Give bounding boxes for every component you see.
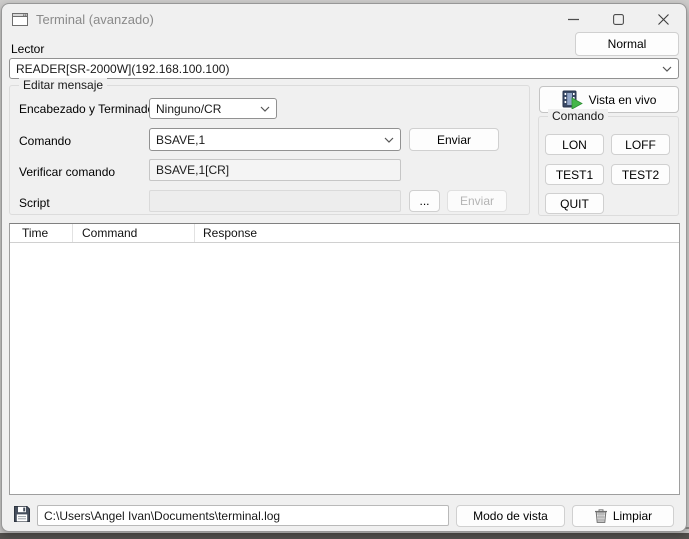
close-icon	[658, 14, 669, 25]
enviar-button[interactable]: Enviar	[409, 128, 499, 151]
log-table-header: Time Command Response	[10, 224, 679, 243]
loff-button[interactable]: LOFF	[611, 134, 670, 155]
enviar-button-label: Enviar	[437, 133, 471, 147]
trash-icon	[594, 509, 608, 523]
quit-button[interactable]: QUIT	[545, 193, 604, 214]
log-table: Time Command Response	[9, 223, 680, 495]
save-log-button[interactable]	[12, 504, 32, 524]
lon-button-label: LON	[562, 138, 587, 152]
encabezado-label: Encabezado y Terminador	[19, 102, 158, 116]
verificar-field: BSAVE,1[CR]	[149, 159, 401, 181]
browse-button-label: ...	[419, 194, 429, 208]
test2-button[interactable]: TEST2	[611, 164, 670, 185]
test1-button-label: TEST1	[556, 168, 593, 182]
caption-buttons	[551, 4, 686, 34]
script-label: Script	[19, 196, 50, 210]
chevron-down-icon	[260, 106, 270, 112]
window-title: Terminal (avanzado)	[36, 12, 154, 27]
modo-de-vista-button[interactable]: Modo de vista	[456, 505, 565, 527]
comando-combobox[interactable]: BSAVE,1	[149, 128, 401, 151]
column-header-response[interactable]: Response	[195, 224, 679, 242]
lon-button[interactable]: LON	[545, 134, 604, 155]
script-input[interactable]	[149, 190, 401, 212]
editar-mensaje-title: Editar mensaje	[19, 78, 107, 92]
chevron-down-icon	[384, 137, 394, 143]
limpiar-button[interactable]: Limpiar	[572, 505, 674, 527]
close-button[interactable]	[641, 4, 686, 34]
limpiar-label: Limpiar	[613, 509, 652, 523]
comando-group-title: Comando	[548, 109, 608, 123]
script-enviar-label: Enviar	[460, 194, 494, 208]
vista-en-vivo-label: Vista en vivo	[589, 93, 657, 107]
log-table-body[interactable]	[10, 243, 679, 494]
lector-select[interactable]: READER[SR-2000W](192.168.100.100)	[9, 58, 679, 79]
loff-button-label: LOFF	[625, 138, 656, 152]
log-path-value: C:\Users\Angel Ivan\Documents\terminal.l…	[44, 509, 280, 523]
window-icon	[12, 11, 28, 27]
test2-button-label: TEST2	[622, 168, 659, 182]
log-path-field[interactable]: C:\Users\Angel Ivan\Documents\terminal.l…	[37, 505, 449, 526]
title-bar[interactable]: Terminal (avanzado)	[2, 4, 686, 34]
verificar-label: Verificar comando	[19, 165, 115, 179]
chevron-down-icon	[662, 66, 672, 72]
minimize-button[interactable]	[551, 4, 596, 34]
maximize-icon	[613, 14, 624, 25]
normal-button[interactable]: Normal	[575, 32, 679, 56]
comando-label: Comando	[19, 134, 71, 148]
live-view-icon	[562, 90, 583, 109]
encabezado-value: Ninguno/CR	[156, 102, 221, 116]
column-header-command[interactable]: Command	[73, 224, 195, 242]
minimize-icon	[568, 14, 579, 25]
maximize-button[interactable]	[596, 4, 641, 34]
background-window-band	[0, 533, 689, 539]
save-icon	[13, 505, 31, 523]
column-header-time[interactable]: Time	[10, 224, 73, 242]
lector-value: READER[SR-2000W](192.168.100.100)	[16, 62, 229, 76]
terminal-dialog: Terminal (avanzado) Normal Lector READER…	[1, 3, 687, 532]
script-enviar-button: Enviar	[447, 190, 507, 212]
quit-button-label: QUIT	[560, 197, 589, 211]
comando-value: BSAVE,1	[156, 133, 205, 147]
verificar-value: BSAVE,1[CR]	[156, 163, 229, 177]
encabezado-select[interactable]: Ninguno/CR	[149, 98, 277, 119]
browse-button[interactable]: ...	[409, 190, 440, 212]
lector-label: Lector	[11, 42, 44, 56]
modo-de-vista-label: Modo de vista	[473, 509, 548, 523]
normal-button-label: Normal	[608, 37, 647, 51]
test1-button[interactable]: TEST1	[545, 164, 604, 185]
